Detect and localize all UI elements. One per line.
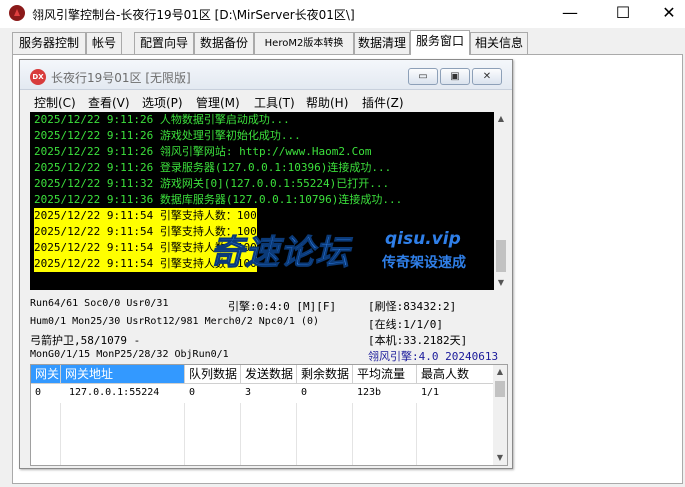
- maximize-button[interactable]: ☐: [600, 0, 646, 28]
- minimize-button[interactable]: —: [547, 0, 593, 28]
- status-monster: [刷怪:83432:2]: [368, 300, 457, 313]
- menu-help[interactable]: 帮助(H): [306, 94, 348, 111]
- tab-service-window[interactable]: 服务窗口: [410, 30, 470, 55]
- cell-gateway: 0: [35, 387, 42, 398]
- col-avg-traffic[interactable]: 平均流量: [353, 365, 417, 384]
- menu-manage[interactable]: 管理(M): [196, 94, 240, 111]
- tab-data-cleanup[interactable]: 数据清理: [354, 32, 410, 54]
- status-mongo: MonG0/1/15 MonP25/28/32 ObjRun0/1: [30, 349, 229, 360]
- server-window: DX 长夜行19号01区 [无限版] ▭ ▣ ✕ 控制(C) 查看(V) 选项(…: [19, 59, 513, 469]
- col-send-data[interactable]: 发送数据: [241, 365, 297, 384]
- inner-minimize-button[interactable]: ▭: [408, 68, 438, 85]
- menu-bar: 控制(C) 查看(V) 选项(P) 管理(M) 工具(T) 帮助(H) 插件(Z…: [20, 91, 512, 111]
- menu-control[interactable]: 控制(C): [34, 94, 76, 111]
- log-scroll-thumb[interactable]: [496, 240, 506, 272]
- gateway-table[interactable]: 网关 网关地址 队列数据 发送数据 剩余数据 平均流量 最高人数 0 127.0…: [30, 364, 508, 466]
- status-engine: 引擎:0:4:0 [M][F]: [228, 300, 337, 313]
- log-line-highlighted: 2025/12/22 9:11:54 引擎支持人数：100: [34, 256, 257, 272]
- cell-remaining: 0: [301, 387, 308, 398]
- title-bar: 翎风引擎控制台-长夜行19号01区 [D:\MirServer长夜01区\] —…: [0, 0, 685, 28]
- tab-config-wizard[interactable]: 配置向导: [134, 32, 194, 54]
- log-scrollbar[interactable]: ▲ ▼: [494, 112, 508, 290]
- table-header: 网关 网关地址 队列数据 发送数据 剩余数据 平均流量 最高人数: [31, 365, 495, 384]
- menu-view[interactable]: 查看(V): [88, 94, 130, 111]
- server-window-title: 长夜行19号01区 [无限版]: [51, 71, 191, 85]
- cell-address: 127.0.0.1:55224: [69, 387, 160, 398]
- log-line: 2025/12/22 9:11:26 人物数据引擎启动成功...: [34, 113, 290, 126]
- col-queue-data[interactable]: 队列数据: [185, 365, 241, 384]
- log-console[interactable]: 2025/12/22 9:11:26 人物数据引擎启动成功... 2025/12…: [30, 112, 508, 290]
- table-scroll-thumb[interactable]: [495, 381, 505, 397]
- tab-herom2-convert[interactable]: HeroM2版本转换: [254, 32, 354, 54]
- log-line: 2025/12/22 9:11:32 游戏网关[0](127.0.0.1:552…: [34, 177, 390, 190]
- cell-avg: 123b: [357, 387, 382, 398]
- status-local: [本机:33.2182天]: [368, 334, 468, 347]
- tab-related-info[interactable]: 相关信息: [470, 32, 528, 54]
- col-gateway-address[interactable]: 网关地址: [61, 365, 185, 384]
- menu-options[interactable]: 选项(P): [142, 94, 183, 111]
- scroll-up-icon[interactable]: ▲: [493, 365, 507, 379]
- tab-server-control[interactable]: 服务器控制: [12, 32, 86, 54]
- scroll-down-icon[interactable]: ▼: [493, 451, 507, 465]
- column-divider: [240, 403, 241, 465]
- status-online: [在线:1/1/0]: [368, 318, 443, 331]
- inner-maximize-button[interactable]: ▣: [440, 68, 470, 85]
- col-gateway[interactable]: 网关: [31, 365, 61, 384]
- menu-tools[interactable]: 工具(T): [254, 94, 295, 111]
- column-divider: [416, 403, 417, 465]
- tab-account[interactable]: 帐号: [86, 32, 122, 54]
- column-divider: [352, 403, 353, 465]
- app-logo-icon: [9, 5, 25, 21]
- tab-data-backup[interactable]: 数据备份: [194, 32, 254, 54]
- menu-plugins[interactable]: 插件(Z): [362, 94, 404, 111]
- log-line: 2025/12/22 9:11:26 翎风引擎网站: http://www.Ha…: [34, 145, 372, 158]
- log-line-highlighted: 2025/12/22 9:11:54 引擎支持人数：100: [34, 224, 257, 240]
- table-scrollbar[interactable]: ▲ ▼: [493, 365, 507, 465]
- column-divider: [184, 403, 185, 465]
- dx-logo-icon: DX: [30, 69, 46, 85]
- cell-queue: 0: [189, 387, 196, 398]
- column-divider: [60, 403, 61, 465]
- cell-send: 3: [245, 387, 252, 398]
- log-line: 2025/12/22 9:11:26 登录服务器(127.0.0.1:10396…: [34, 161, 392, 174]
- log-line-highlighted: 2025/12/22 9:11:54 引擎支持人数：100: [34, 208, 257, 224]
- close-button[interactable]: ✕: [646, 0, 685, 28]
- cell-max: 1/1: [421, 387, 440, 398]
- column-divider: [296, 403, 297, 465]
- window-title: 翎风引擎控制台-长夜行19号01区 [D:\MirServer长夜01区\]: [32, 8, 355, 22]
- status-hum: Hum0/1 Mon25/30 UsrRot12/981 Merch0/2 Np…: [30, 316, 319, 327]
- col-remaining-data[interactable]: 剩余数据: [297, 365, 353, 384]
- inner-close-button[interactable]: ✕: [472, 68, 502, 85]
- status-run: Run64/61 Soc0/0 Usr0/31: [30, 298, 169, 309]
- col-max-users[interactable]: 最高人数: [417, 365, 495, 384]
- server-window-titlebar: DX 长夜行19号01区 [无限版] ▭ ▣ ✕: [20, 60, 512, 90]
- log-line-highlighted: 2025/12/22 9:11:54 引擎支持人数：100: [34, 240, 257, 256]
- log-line: 2025/12/22 9:11:26 游戏处理引擎初始化成功...: [34, 129, 301, 142]
- status-guard: 弓箭护卫,58/1079 -: [30, 334, 141, 347]
- status-version: 翎风引擎:4.0 20240613: [368, 350, 499, 363]
- scroll-up-icon[interactable]: ▲: [494, 112, 508, 126]
- log-line: 2025/12/22 9:11:36 数据库服务器(127.0.0.1:1079…: [34, 193, 403, 206]
- scroll-down-icon[interactable]: ▼: [494, 276, 508, 290]
